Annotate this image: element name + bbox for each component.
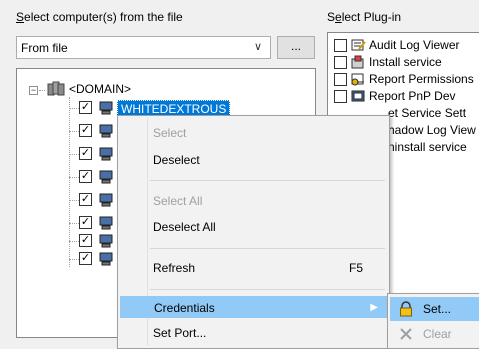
computer-icon <box>99 216 113 230</box>
browse-button[interactable]: ... <box>277 36 315 59</box>
domain-node-label[interactable]: <DOMAIN> <box>69 82 131 96</box>
menu-item-select[interactable]: Select <box>120 122 387 144</box>
plugin-label: ninstall service <box>388 140 467 154</box>
tree-connector <box>69 108 79 109</box>
checkbox[interactable] <box>334 38 347 52</box>
checkbox[interactable]: ✓ <box>79 124 92 137</box>
checkbox[interactable]: ✓ <box>79 170 92 183</box>
tree-connector <box>69 241 79 242</box>
submenu-arrow-icon: ▶ <box>370 302 378 313</box>
chevron-down-icon: ∨ <box>253 41 262 53</box>
collapse-icon[interactable]: − <box>29 86 38 95</box>
plugin-label: Install service <box>369 55 442 69</box>
tree-connector <box>69 200 79 201</box>
tree-connector <box>69 177 79 178</box>
select-computers-label: Select computer(s) from the file <box>16 10 183 24</box>
plugin-item[interactable]: et Service Sett <box>388 105 466 121</box>
checkbox[interactable]: ✓ <box>79 193 92 206</box>
tree-connector <box>69 131 79 132</box>
plugin-label: Audit Log Viewer <box>369 38 460 52</box>
computer-node-whitedextrous[interactable]: WHITEDEXTROUS <box>117 100 231 116</box>
checkbox[interactable]: ✓ <box>79 234 92 247</box>
tree-connector <box>69 223 79 224</box>
plugin-item[interactable]: Report PnP Dev <box>334 88 456 104</box>
plugin-item[interactable]: Install service <box>334 54 442 70</box>
tree-connector <box>39 90 45 91</box>
pnp-device-icon <box>351 90 365 102</box>
menu-separator <box>150 289 385 290</box>
refresh-shortcut: F5 <box>348 261 363 275</box>
checkbox[interactable]: ✓ <box>79 147 92 160</box>
plugin-label: hadow Log View <box>388 123 476 137</box>
checkbox[interactable] <box>334 72 347 86</box>
plugin-label: Report PnP Dev <box>369 89 456 103</box>
computer-icon <box>99 193 113 207</box>
menu-item-deselect-all[interactable]: Deselect All <box>120 216 387 238</box>
submenu-item-set[interactable]: Set... <box>390 297 479 321</box>
menu-separator <box>150 248 385 249</box>
submenu-item-clear[interactable]: Clear <box>390 322 479 346</box>
lock-icon <box>400 301 412 317</box>
permissions-icon <box>351 73 364 86</box>
checkbox[interactable] <box>334 89 347 103</box>
menu-item-select-all[interactable]: Select All <box>120 190 387 212</box>
tree-connector <box>69 154 79 155</box>
menu-item-refresh[interactable]: Refresh F5 <box>120 257 387 279</box>
source-combo-value: From file <box>21 41 68 55</box>
menu-item-set-port[interactable]: Set Port... <box>120 322 387 344</box>
computer-icon <box>99 170 113 184</box>
plugin-label: Report Permissions <box>369 72 474 86</box>
computer-icon <box>99 252 113 266</box>
checkbox[interactable]: ✓ <box>79 101 92 114</box>
plugin-item[interactable]: Report Permissions <box>334 71 474 87</box>
source-combo[interactable]: From file ∨ <box>16 36 271 59</box>
checkbox[interactable] <box>334 55 347 69</box>
computer-icon <box>99 147 113 161</box>
menu-separator <box>150 180 385 181</box>
plugin-label: et Service Sett <box>388 106 467 120</box>
menu-item-credentials[interactable]: Credentials ▶ <box>120 296 387 318</box>
tree-connector <box>69 259 79 260</box>
computer-icon <box>99 101 113 115</box>
plugin-item[interactable]: hadow Log View <box>388 122 476 138</box>
menu-item-deselect[interactable]: Deselect <box>120 149 387 171</box>
install-service-icon <box>351 55 364 69</box>
computer-icon <box>99 124 113 138</box>
computer-icon <box>99 234 113 248</box>
plugin-item[interactable]: ninstall service <box>388 139 467 155</box>
checkbox[interactable]: ✓ <box>79 252 92 265</box>
select-plugin-label: Select Plug-in <box>327 10 402 24</box>
checkbox[interactable]: ✓ <box>79 216 92 229</box>
context-menu: Select Deselect Select All Deselect All … <box>117 115 390 349</box>
log-viewer-icon <box>351 39 366 51</box>
clear-icon <box>400 328 412 340</box>
domain-icon <box>47 81 65 96</box>
credentials-submenu: Set... Clear <box>387 293 479 349</box>
plugin-item[interactable]: Audit Log Viewer <box>334 37 460 53</box>
